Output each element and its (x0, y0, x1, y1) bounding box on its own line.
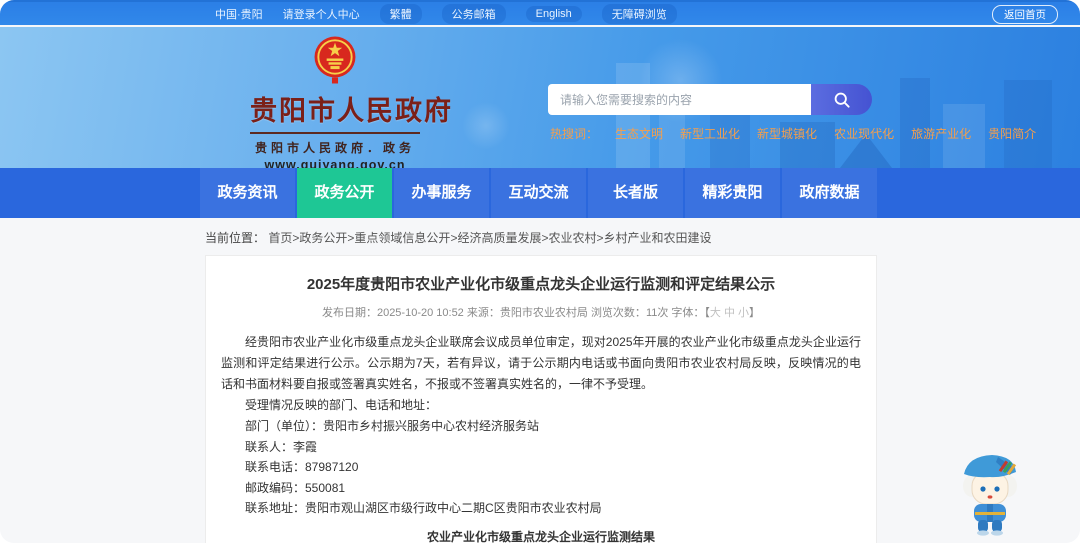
breadcrumb-link[interactable]: 经济高质量发展 (457, 231, 541, 245)
font-size-small-button[interactable]: 小 (738, 307, 749, 319)
font-size-bracket: 】 (749, 307, 761, 319)
hot-search-row: 热搜词： 生态文明 新型工业化 新型城镇化 农业现代化 旅游产业化 贵阳简介 (550, 125, 1036, 142)
contact-postcode-line: 邮政编码：550081 (245, 480, 346, 495)
main-navigation: 政务资讯 政务公开 办事服务 互动交流 长者版 精彩贵阳 政府数据 (0, 168, 1080, 218)
mascot-character-icon (963, 455, 1017, 536)
breadcrumb: 当前位置： 首页>政务公开>重点领域信息公开>经济高质量发展>农业农村>乡村产业… (205, 229, 712, 246)
article-title: 2025年度贵阳市农业产业化市级重点龙头企业运行监测和评定结果公示 (306, 276, 776, 293)
article-body: 经贵阳市农业产业化市级重点龙头企业联席会议成员单位审定，现对2025年开展的农业… (221, 332, 861, 416)
hot-search-term[interactable]: 贵阳简介 (988, 125, 1036, 142)
search-icon (834, 92, 850, 108)
article-paragraph: 受理情况反映的部门、电话和地址： (245, 398, 438, 412)
article-panel: 2025年度贵阳市农业产业化市级重点龙头企业运行监测和评定结果公示 发布日期：2… (205, 255, 877, 543)
publish-date-value: 2025-10-20 10:52 (376, 307, 464, 319)
nav-tab-banshi-fuwu[interactable]: 办事服务 (394, 168, 489, 218)
national-emblem-icon (314, 36, 356, 84)
nav-tab-zhangzheban[interactable]: 长者版 (588, 168, 683, 218)
publish-date-label: 发布日期： (321, 307, 377, 319)
breadcrumb-label: 当前位置： (205, 231, 266, 245)
breadcrumb-link[interactable]: 政务公开 (299, 231, 347, 245)
nav-tab-zhengwu-zixun[interactable]: 政务资讯 (200, 168, 295, 218)
mascot-assistant-widget[interactable] (958, 448, 1022, 541)
search-input[interactable] (548, 84, 811, 115)
back-to-home-button[interactable]: 返回首页 (992, 5, 1058, 24)
contact-person-line: 联系人：李霞 (245, 439, 318, 454)
hot-search-term[interactable]: 农业现代化 (834, 125, 894, 142)
article-meta: 发布日期：2025-10-20 10:52 来源：贵阳市农业农村局 浏览次数：1… (206, 304, 876, 320)
nav-tab-jingcai-guiyang[interactable]: 精彩贵阳 (685, 168, 780, 218)
article-paragraph: 经贵阳市农业产业化市级重点龙头企业联席会议成员单位审定，现对2025年开展的农业… (221, 335, 861, 391)
contact-address-line: 联系地址：贵阳市观山湖区市级行政中心二期C区贵阳市农业农村局 (245, 501, 602, 515)
results-table-title: 农业产业化市级重点龙头企业运行监测结果 (426, 529, 655, 543)
header-banner: 贵阳市人民政府 贵阳市人民政府．政务 www.guiyang.gov.cn 热搜… (0, 27, 1080, 168)
breadcrumb-link[interactable]: 重点领域信息公开 (354, 231, 450, 245)
hot-search-term[interactable]: 旅游产业化 (911, 125, 971, 142)
site-logo[interactable]: 贵阳市人民政府 贵阳市人民政府．政务 www.guiyang.gov.cn (250, 35, 451, 168)
topbar-login-personal-center-link[interactable]: 请登录个人中心 (283, 6, 360, 22)
hot-search-term[interactable]: 新型城镇化 (757, 125, 817, 142)
contact-phone-line: 联系电话：87987120 (245, 460, 359, 474)
breadcrumb-link[interactable]: 乡村产业和农田建设 (604, 231, 712, 245)
contact-info-block: 部门（单位）：贵阳市乡村振兴服务中心农村经济服务站 联系人：李霞 联系电话：87… (221, 416, 861, 519)
topbar-official-mailbox-link[interactable]: 公务邮箱 (441, 3, 506, 24)
site-subtitle: 贵阳市人民政府．政务 (254, 141, 415, 155)
nav-tab-zhengwu-gongkai[interactable]: 政务公开 (297, 168, 392, 218)
site-title: 贵阳市人民政府 (250, 89, 451, 134)
site-url: www.guiyang.gov.cn (264, 158, 406, 168)
nav-tab-hudong-jiaoliu[interactable]: 互动交流 (491, 168, 586, 218)
source-value: 贵阳市农业农村局 (499, 307, 588, 319)
breadcrumb-home-link[interactable]: 首页 (268, 231, 292, 245)
hot-search-label: 热搜词： (550, 127, 599, 141)
site-search (548, 84, 872, 115)
contact-department-line: 部门（单位）：贵阳市乡村振兴服务中心农村经济服务站 (245, 419, 540, 433)
top-utility-bar: 中国·贵阳 请登录个人中心 繁體 公务邮箱 English 无障碍浏览 返回首页 (0, 0, 1080, 25)
font-size-label: 字体： (671, 307, 705, 319)
breadcrumb-separator: > (596, 231, 604, 245)
topbar-china-guiyang-link[interactable]: 中国·贵阳 (215, 6, 263, 22)
breadcrumb-link[interactable]: 农业农村 (548, 231, 596, 245)
content-area: 当前位置： 首页>政务公开>重点领域信息公开>经济高质量发展>农业农村>乡村产业… (0, 218, 1080, 543)
government-portal-page: 中国·贵阳 请登录个人中心 繁體 公务邮箱 English 无障碍浏览 返回首页 (0, 0, 1080, 543)
font-size-medium-button[interactable]: 中 (724, 307, 735, 319)
nav-tab-zhengfu-shuju[interactable]: 政府数据 (782, 168, 877, 218)
hot-search-term[interactable]: 生态文明 (615, 125, 663, 142)
topbar-traditional-chinese-link[interactable]: 繁體 (379, 3, 422, 24)
topbar-accessibility-link[interactable]: 无障碍浏览 (601, 3, 677, 24)
source-label: 来源： (466, 307, 500, 319)
views-label: 浏览次数： (590, 307, 646, 319)
hot-search-term[interactable]: 新型工业化 (680, 125, 740, 142)
search-button[interactable] (811, 84, 872, 115)
views-value: 11次 (645, 307, 669, 319)
topbar-english-link[interactable]: English (525, 5, 582, 22)
font-size-large-button[interactable]: 大 (710, 307, 721, 319)
